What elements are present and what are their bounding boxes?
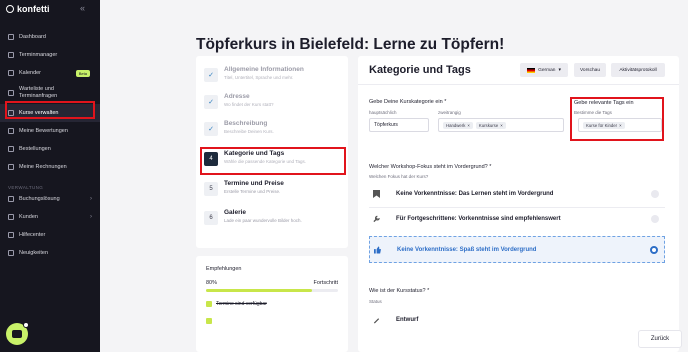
status-option-draft[interactable]: Entwurf bbox=[369, 309, 665, 331]
notification-dot bbox=[23, 322, 29, 328]
sidebar-item-neuigkeiten[interactable]: Neuigkeiten bbox=[0, 244, 100, 262]
secondary-category-input[interactable]: Handwerk × Kurskurse × bbox=[438, 118, 564, 132]
sidebar-item-rechnungen[interactable]: Meine Rechnungen bbox=[0, 158, 100, 176]
step-subtitle: Lade ein paar wundervolle Bilder hoch. bbox=[224, 218, 302, 223]
recommendation-item: Termine sind verfügbar bbox=[216, 301, 267, 307]
check-icon: ✓ bbox=[204, 122, 218, 136]
step-title: Termine und Preise bbox=[224, 180, 284, 187]
booking-icon bbox=[8, 196, 14, 202]
chevron-right-icon: › bbox=[90, 214, 92, 220]
step-number: 5 bbox=[204, 182, 218, 196]
chevron-down-icon: ▾ bbox=[558, 67, 561, 73]
calendar-manager-icon bbox=[8, 52, 14, 58]
logo[interactable]: konfetti bbox=[6, 4, 50, 14]
calendar-icon bbox=[8, 70, 14, 76]
progress-label: Fortschritt bbox=[313, 280, 338, 286]
logo-mark-icon bbox=[6, 5, 14, 13]
sidebar-item-dashboard[interactable]: Dashboard bbox=[0, 28, 100, 46]
remove-chip-icon[interactable]: × bbox=[500, 123, 503, 128]
waitlist-icon bbox=[8, 90, 14, 96]
dashboard-icon bbox=[8, 34, 14, 40]
progress-bar bbox=[206, 289, 338, 292]
step-subtitle: Erstelle Termine und Preise. bbox=[224, 189, 281, 194]
preview-button[interactable]: Vorschau bbox=[574, 63, 606, 77]
radio-button[interactable] bbox=[651, 215, 659, 223]
divider bbox=[358, 84, 679, 85]
chat-icon bbox=[12, 330, 22, 338]
sidebar-item-kunden[interactable]: Kunden › bbox=[0, 208, 100, 226]
step-general-info[interactable]: ✓ Allgemeine Informationen Titel, Unterti… bbox=[204, 66, 344, 93]
draft-icon bbox=[373, 318, 380, 324]
sidebar-item-buchungsloesung[interactable]: Buchungslösung › bbox=[0, 190, 100, 208]
panel-title: Kategorie und Tags bbox=[369, 64, 471, 76]
sidebar-item-terminmanager[interactable]: Terminmanager bbox=[0, 46, 100, 64]
cart-icon bbox=[8, 146, 14, 152]
focus-option-fun[interactable]: Keine Vorkenntnisse: Spaß steht im Vorde… bbox=[369, 236, 665, 263]
thumbs-up-icon bbox=[374, 246, 381, 253]
chat-button[interactable] bbox=[6, 322, 29, 345]
step-number: 6 bbox=[204, 211, 218, 225]
step-title: Beschreibung bbox=[224, 120, 268, 127]
highlight-box-sidebar bbox=[5, 101, 95, 119]
step-subtitle: Wo findet der Kurs statt? bbox=[224, 102, 274, 107]
step-title: Allgemeine Informationen bbox=[224, 66, 304, 73]
check-icon: ✓ bbox=[204, 68, 218, 82]
step-address[interactable]: ✓ Adresse Wo findet der Kurs statt? bbox=[204, 93, 344, 120]
radio-button-selected[interactable] bbox=[650, 245, 658, 254]
news-icon bbox=[8, 250, 14, 256]
status-sublabel: Status bbox=[369, 299, 382, 304]
recommendations-card: Empfehlungen 80% Fortschritt Termine sin… bbox=[196, 256, 348, 352]
step-dates-prices[interactable]: 5 Termine und Preise Erstelle Termine und… bbox=[204, 180, 344, 207]
main-category-label: hauptsächlich bbox=[369, 110, 397, 115]
chevron-right-icon: › bbox=[90, 196, 92, 202]
progress-bar-fill bbox=[206, 289, 312, 292]
focus-label: Welcher Workshop-Fokus steht im Vordergr… bbox=[369, 164, 492, 170]
sidebar: konfetti « Dashboard Terminmanager Kalen… bbox=[0, 0, 100, 352]
step-gallery[interactable]: 6 Galerie Lade ein paar wundervolle Bilde… bbox=[204, 209, 344, 236]
step-subtitle: Titel, Untertitel, Sprache und mehr. bbox=[224, 75, 294, 80]
focus-sublabel: Welchen Fokus hat der Kurs? bbox=[369, 174, 429, 179]
step-description[interactable]: ✓ Beschreibung Beschreibe Deinen Kurs. bbox=[204, 120, 344, 147]
sidebar-item-hilfecenter[interactable]: Hilfecenter bbox=[0, 226, 100, 244]
progress-percent: 80% bbox=[206, 280, 218, 286]
page-title: Töpferkurs in Bielefeld: Lerne zu Töpfer… bbox=[196, 36, 505, 53]
star-icon bbox=[8, 128, 14, 134]
sidebar-item-bewertungen[interactable]: Meine Bewertungen bbox=[0, 122, 100, 140]
sidebar-item-kalender[interactable]: Kalender Beta bbox=[0, 64, 100, 82]
language-select[interactable]: German ▾ bbox=[520, 63, 568, 77]
activity-log-button[interactable]: Aktivitätsprotokoll bbox=[611, 63, 665, 77]
step-title: Adresse bbox=[224, 93, 250, 100]
invoice-icon bbox=[8, 164, 14, 170]
radio-button[interactable] bbox=[651, 190, 659, 198]
category-label: Gebe Deine Kurskategorie ein * bbox=[369, 99, 447, 105]
status-label: Wie ist der Kursstatus? * bbox=[369, 288, 430, 294]
category-chip: Kurskurse × bbox=[475, 121, 506, 129]
help-icon bbox=[8, 232, 14, 238]
back-button[interactable]: Zurück bbox=[638, 330, 682, 348]
check-icon: ✓ bbox=[204, 95, 218, 109]
german-flag-icon bbox=[527, 67, 536, 73]
sidebar-item-bestellungen[interactable]: Bestellungen bbox=[0, 140, 100, 158]
step-title: Galerie bbox=[224, 209, 247, 216]
category-chip: Handwerk × bbox=[443, 121, 473, 129]
main-category-input[interactable]: Töpferkurs bbox=[369, 118, 429, 132]
focus-option-learning[interactable]: Keine Vorkenntnisse: Das Lernen steht im… bbox=[369, 183, 665, 205]
step-subtitle: Beschreibe Deinen Kurs. bbox=[224, 129, 274, 134]
recommendations-title: Empfehlungen bbox=[206, 266, 242, 272]
focus-option-advanced[interactable]: Für Fortgeschrittene: Vorkenntnisse sind… bbox=[369, 208, 665, 230]
customers-icon bbox=[8, 214, 14, 220]
highlight-box-step bbox=[200, 147, 346, 175]
highlight-box-tags bbox=[570, 97, 664, 141]
checkbox-checked-icon bbox=[206, 318, 212, 324]
sidebar-section-title: VERWALTUNG bbox=[8, 185, 44, 190]
bookmark-icon bbox=[373, 190, 380, 198]
wrench-icon bbox=[373, 215, 380, 223]
beta-badge: Beta bbox=[75, 69, 90, 77]
remove-chip-icon[interactable]: × bbox=[467, 123, 470, 128]
collapse-sidebar-icon[interactable]: « bbox=[80, 3, 85, 13]
checkbox-checked-icon bbox=[206, 301, 212, 307]
secondary-category-label: zweitrangig bbox=[438, 110, 461, 115]
sidebar-nav: Dashboard Terminmanager Kalender Beta War… bbox=[0, 28, 100, 262]
